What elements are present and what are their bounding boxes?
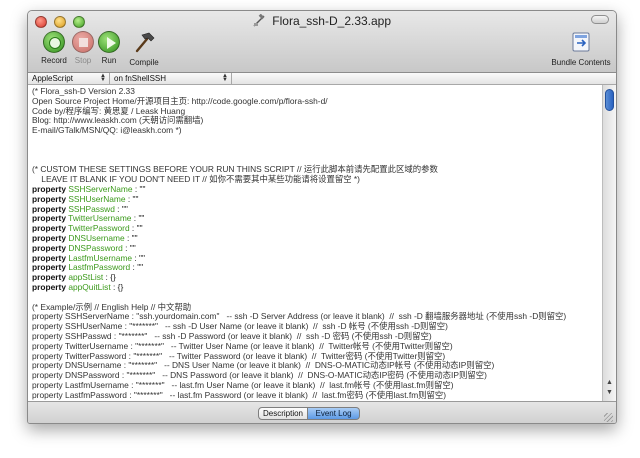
- property-keyword: property: [32, 193, 66, 204]
- property-keyword: property: [32, 213, 66, 224]
- property-name: SSHPasswd: [68, 203, 115, 214]
- property-value: : "": [130, 262, 144, 273]
- property-value: : {}: [103, 272, 116, 283]
- bottom-tab-bar: Description Event Log: [28, 401, 616, 423]
- property-keyword: property: [32, 252, 66, 263]
- applescript-app-icon: [253, 14, 265, 27]
- tab-event-log[interactable]: Event Log: [308, 407, 360, 420]
- compile-button[interactable]: Compile: [122, 31, 166, 67]
- editor-line: E-mail/GTalk/MSN/QQ: i@leaskh.com *): [32, 125, 182, 136]
- scroll-down-arrow-icon[interactable]: ▼: [606, 389, 613, 396]
- toolbar-toggle-button[interactable]: [591, 15, 609, 24]
- property-value: : {}: [110, 281, 124, 292]
- compile-label: Compile: [129, 58, 159, 67]
- property-keyword: property: [32, 203, 66, 214]
- property-value: : "": [114, 203, 128, 214]
- property-name: SSHUserName: [68, 193, 126, 204]
- property-value: : "": [129, 223, 143, 234]
- title-bar: Flora_ssh-D_2.33.app Record Stop Run Com…: [28, 11, 616, 73]
- selector-arrows-icon: ▲ ▼: [222, 73, 228, 83]
- property-line: property LastfmPassword : "": [32, 262, 604, 273]
- selector-arrows-icon: ▲ ▼: [100, 73, 106, 83]
- property-name: LastfmPassword: [68, 262, 131, 273]
- property-keyword: property: [32, 183, 66, 194]
- resize-grip-icon[interactable]: [604, 413, 613, 422]
- property-name: SSHServerName: [68, 183, 133, 194]
- property-keyword: property: [32, 262, 66, 273]
- run-icon: [98, 31, 120, 53]
- bundle-contents-label: Bundle Contents: [551, 58, 611, 67]
- property-value: : "": [125, 193, 139, 204]
- property-keyword: property: [32, 272, 66, 283]
- property-value: : "": [122, 242, 136, 253]
- property-value: : "": [124, 232, 138, 243]
- property-name: TwitterUsername: [68, 213, 132, 224]
- property-name: TwitterPassword: [68, 223, 130, 234]
- property-name: appStList: [68, 272, 104, 283]
- property-name: LastfmUsername: [68, 252, 133, 263]
- property-keyword: property: [32, 223, 66, 234]
- window-title-area: Flora_ssh-D_2.33.app: [28, 14, 616, 28]
- window-title: Flora_ssh-D_2.33.app: [272, 14, 392, 28]
- property-value: : "": [132, 252, 146, 263]
- tab-description[interactable]: Description: [258, 407, 308, 420]
- property-name: appQuitList: [68, 281, 111, 292]
- handler-selector-value: on fnShellSSH: [114, 74, 167, 83]
- language-selector-value: AppleScript: [32, 74, 73, 83]
- bundle-contents-button[interactable]: Bundle Contents: [546, 31, 616, 67]
- property-keyword: property: [32, 242, 66, 253]
- bundle-contents-icon: [572, 32, 590, 52]
- property-keyword: property: [32, 232, 66, 243]
- property-value: : "": [131, 213, 145, 224]
- property-value: : "": [132, 183, 146, 194]
- property-name: DNSUsername: [68, 232, 125, 243]
- script-text-editor[interactable]: (* Flora_ssh-D Version 2.33 Open Source …: [28, 85, 604, 401]
- editor-line: property LastfmPassword : "*******" -- l…: [32, 389, 447, 400]
- hammer-icon: [135, 32, 155, 53]
- vertical-scrollbar[interactable]: ▲ ▼: [602, 85, 616, 401]
- scroll-up-arrow-icon[interactable]: ▲: [606, 379, 613, 386]
- language-selector[interactable]: AppleScript ▲ ▼: [28, 73, 110, 84]
- handler-selector[interactable]: on fnShellSSH ▲ ▼: [110, 73, 232, 84]
- script-editor-window: Flora_ssh-D_2.33.app Record Stop Run Com…: [27, 10, 617, 424]
- property-line: property appQuitList : {}: [32, 281, 604, 293]
- property-name: DNSPassword: [68, 242, 123, 253]
- property-keyword: property: [32, 281, 66, 292]
- navigation-bar: AppleScript ▲ ▼ on fnShellSSH ▲ ▼: [28, 73, 616, 85]
- scrollbar-thumb[interactable]: [605, 89, 614, 111]
